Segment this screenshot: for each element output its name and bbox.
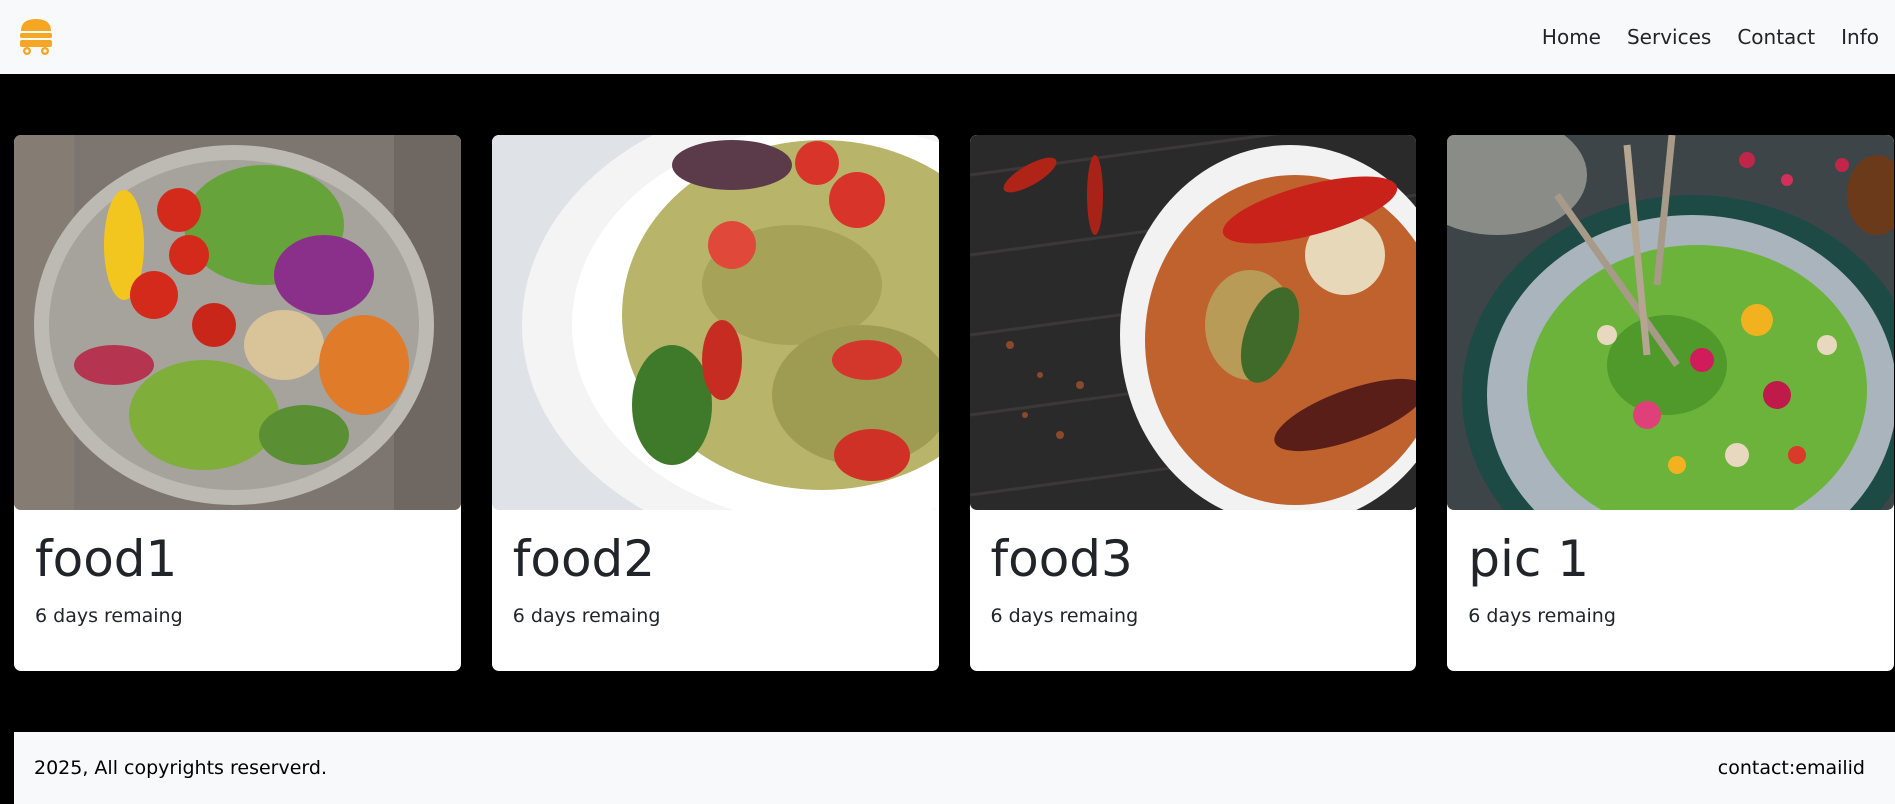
nav-contact[interactable]: Contact <box>1724 25 1828 49</box>
salad-bowl-image <box>14 135 461 510</box>
card-body: food2 6 days remaing <box>492 510 939 628</box>
food-truck-icon <box>20 19 52 55</box>
green-bowl-image <box>1447 135 1894 510</box>
card-text: 6 days remaing <box>990 605 1139 627</box>
footer-contact[interactable]: contact:emailid <box>1718 757 1865 779</box>
card-pic1[interactable]: pic 1 6 days remaing <box>1447 135 1894 671</box>
pasta-salad-image <box>491 135 939 510</box>
nav-links: Home Services Contact Info <box>1529 25 1879 49</box>
card-grid: food1 6 days remaing food2 6 days remain… <box>14 135 1894 671</box>
card-body: food1 6 days remaing <box>14 510 461 628</box>
nav-services[interactable]: Services <box>1614 25 1724 49</box>
card-title: food1 <box>35 530 178 588</box>
card-text: 6 days remaing <box>512 605 661 627</box>
card-title: food3 <box>990 530 1133 588</box>
card-food2[interactable]: food2 6 days remaing <box>491 135 939 671</box>
navbar: Home Services Contact Info <box>0 0 1895 74</box>
card-food1[interactable]: food1 6 days remaing <box>14 135 461 671</box>
card-title: food2 <box>512 530 656 588</box>
nav-info[interactable]: Info <box>1828 25 1879 49</box>
footer-copyright: 2025, All copyrights reserverd. <box>34 757 327 779</box>
curry-bowl-image <box>969 135 1417 510</box>
card-text: 6 days remaing <box>1468 605 1616 627</box>
footer: 2025, All copyrights reserverd. contact:… <box>14 732 1895 804</box>
card-text: 6 days remaing <box>35 605 183 627</box>
card-body: food3 6 days remaing <box>970 510 1417 628</box>
card-body: pic 1 6 days remaing <box>1447 510 1894 628</box>
card-food3[interactable]: food3 6 days remaing <box>969 135 1417 671</box>
brand-logo[interactable] <box>16 17 56 57</box>
nav-home[interactable]: Home <box>1529 25 1614 49</box>
card-title: pic 1 <box>1468 530 1590 588</box>
